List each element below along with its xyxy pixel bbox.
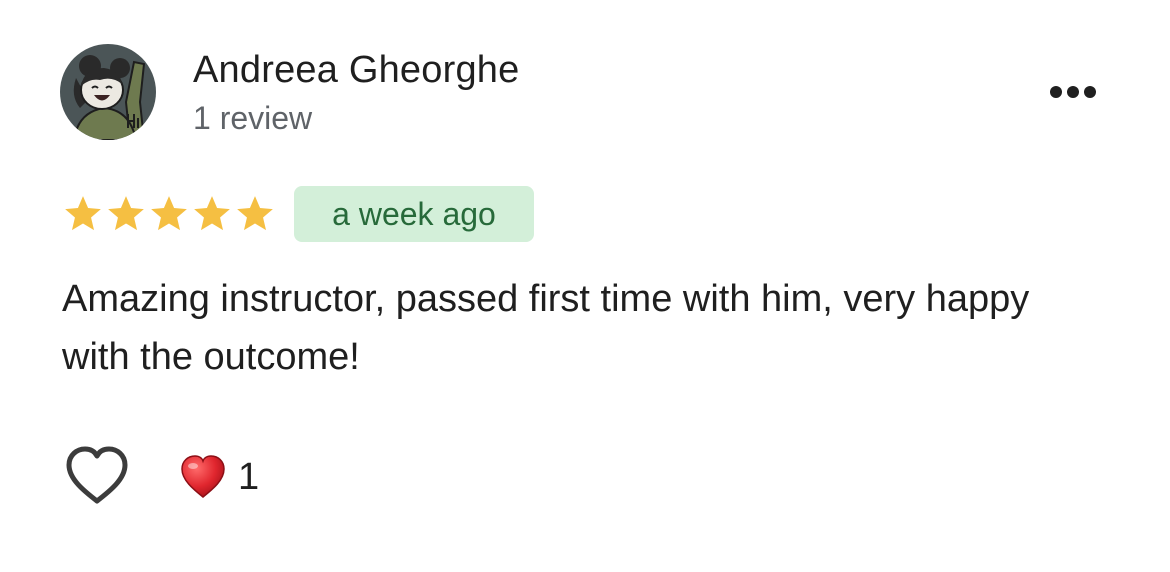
star-icon <box>151 196 187 231</box>
review-text: Amazing instructor, passed first time wi… <box>62 278 1030 378</box>
reaction-summary[interactable]: 1 <box>180 452 259 502</box>
avatar-illustration <box>60 44 156 140</box>
star-icon <box>65 196 101 231</box>
review-card: Andreea Gheorghe 1 review a week ago Ama… <box>0 0 1170 572</box>
author-name[interactable]: Andreea Gheorghe <box>193 49 519 91</box>
star-icon <box>194 196 230 231</box>
more-horizontal-icon-dot <box>1067 86 1079 98</box>
star-rating <box>62 192 276 236</box>
author-avatar[interactable] <box>60 44 156 140</box>
review-date-badge: a week ago <box>294 186 534 242</box>
star-icon <box>108 196 144 231</box>
like-button[interactable] <box>64 446 130 506</box>
more-horizontal-icon-dot <box>1050 86 1062 98</box>
author-review-count: 1 review <box>193 100 313 136</box>
reaction-count: 1 <box>238 456 260 498</box>
heart-outline-icon <box>66 446 128 504</box>
red-heart-icon <box>181 455 225 498</box>
more-options-button[interactable] <box>1040 72 1106 112</box>
star-icon <box>237 196 273 231</box>
more-horizontal-icon-dot <box>1084 86 1096 98</box>
